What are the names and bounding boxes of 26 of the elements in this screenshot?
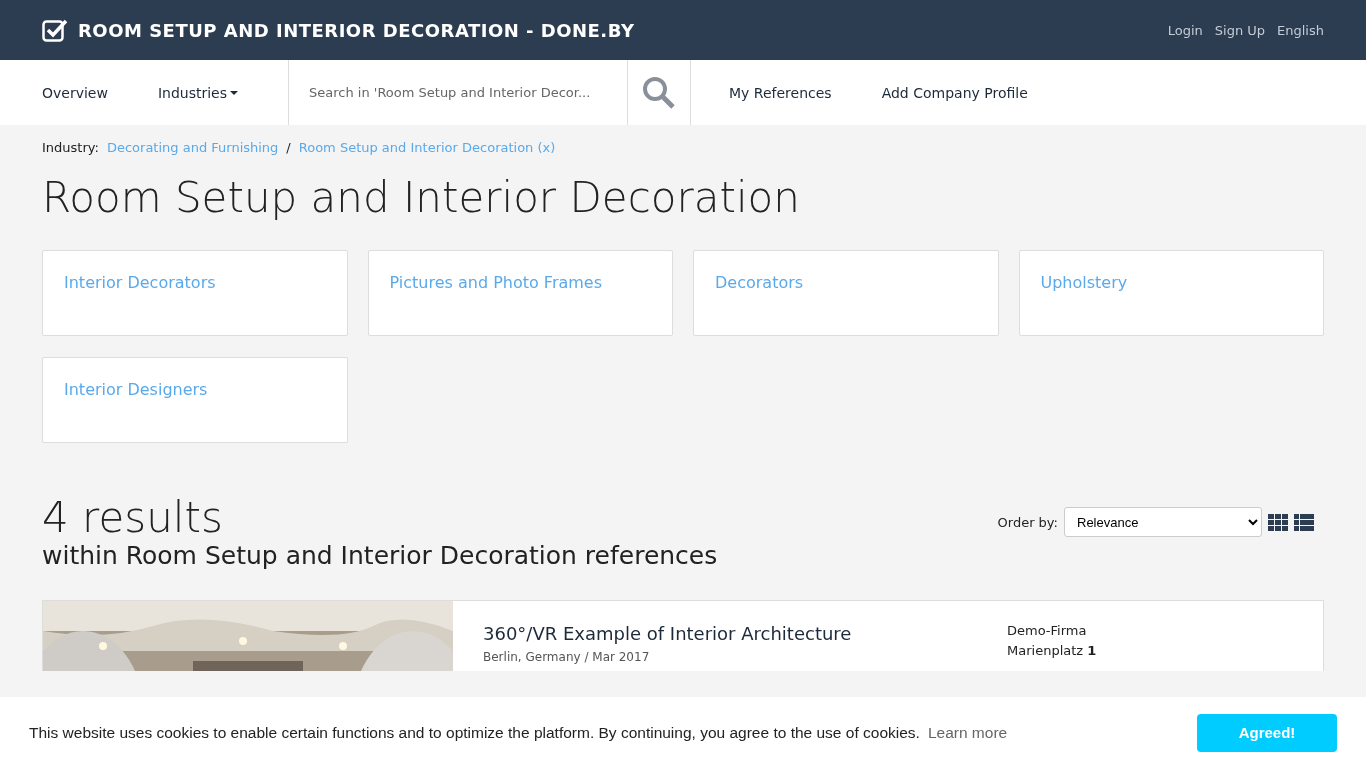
breadcrumb-label: Industry: (42, 140, 99, 155)
results-subtitle: within Room Setup and Interior Decoration references (42, 541, 718, 571)
address-line: Marienplatz 1 (1007, 643, 1098, 659)
page-title: Room Setup and Interior Decoration (42, 173, 801, 222)
order-label: Order by: (997, 514, 1058, 530)
nav-link[interactable]: Add Company Profile (881, 60, 1028, 125)
breadcrumb-separator: / (286, 140, 291, 155)
site-title: ROOM SETUP AND INTERIOR DECORATION - DONE.BY (78, 19, 635, 41)
grid-view-icon[interactable] (1268, 513, 1288, 531)
nav-link[interactable]: My References (729, 60, 832, 125)
search-icon (642, 75, 677, 110)
results-count: 4 results (42, 495, 224, 542)
address-line: Demo-Firma (1007, 623, 1088, 639)
header-link[interactable]: English (1277, 22, 1324, 38)
nav-link[interactable]: Industries (157, 60, 239, 125)
learn-more-link[interactable]: Learn more (927, 723, 1008, 741)
order-select[interactable]: Relevance (1064, 507, 1262, 537)
result-title[interactable]: 360°/VR Example of Interior Architecture (483, 623, 977, 645)
nav-link[interactable]: Overview (42, 60, 108, 125)
checkbox-icon (42, 18, 68, 42)
header-link[interactable]: Login (1167, 22, 1203, 38)
caret-icon (230, 90, 239, 95)
cookie-text: This website uses cookies to enable certain functions and to optimize the platform. By continuing, you agree to the use of cookies. Learn more (29, 723, 1008, 742)
header-link[interactable]: Sign Up (1214, 22, 1266, 38)
result-meta: Berlin, Germany / Mar 2017 (483, 650, 651, 665)
list-view-icon[interactable] (1294, 513, 1314, 531)
